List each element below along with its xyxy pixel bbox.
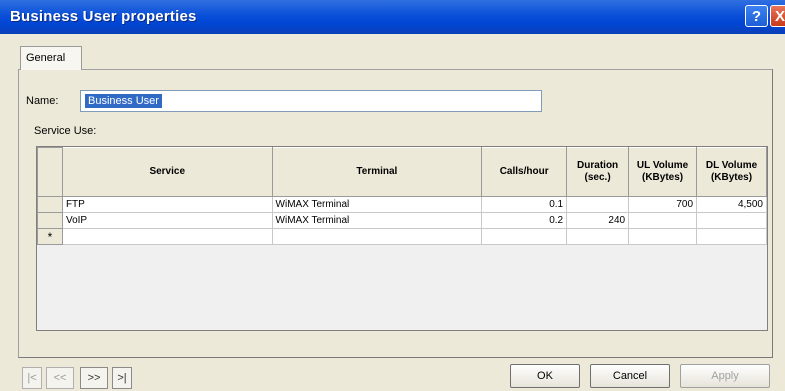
- title-bar: Business User properties ? X: [0, 0, 785, 34]
- cell-dl-volume[interactable]: [696, 228, 767, 245]
- cell-duration[interactable]: 240: [566, 212, 630, 229]
- cell-service[interactable]: FTP: [61, 196, 273, 213]
- help-button[interactable]: ?: [745, 5, 768, 27]
- cell-calls-hour[interactable]: 0.1: [481, 196, 568, 213]
- cell-terminal[interactable]: [271, 228, 483, 245]
- column-header-terminal[interactable]: Terminal: [271, 147, 483, 197]
- cell-calls-hour[interactable]: 0.2: [481, 212, 568, 229]
- service-users-table: Service Terminal Calls/hour Duration (se…: [37, 147, 767, 245]
- table-row[interactable]: FTP WiMAX Terminal 0.1 700 4,500: [37, 196, 767, 213]
- cell-calls-hour[interactable]: [481, 228, 568, 245]
- column-header-duration[interactable]: Duration (sec.): [566, 147, 630, 197]
- cell-dl-volume[interactable]: 4,500: [696, 196, 767, 213]
- cell-dl-volume[interactable]: [696, 212, 767, 229]
- service-users-label: Service Use:: [34, 125, 97, 137]
- window-title: Business User properties: [10, 8, 197, 25]
- tab-general[interactable]: General: [20, 46, 82, 70]
- name-input[interactable]: Business User: [80, 90, 542, 112]
- nav-first-button[interactable]: |<: [22, 367, 42, 389]
- name-label: Name:: [26, 95, 59, 107]
- nav-last-button[interactable]: >|: [112, 367, 132, 389]
- cell-duration[interactable]: [566, 196, 630, 213]
- cancel-button[interactable]: Cancel: [590, 364, 670, 388]
- cell-terminal[interactable]: WiMAX Terminal: [271, 212, 483, 229]
- nav-prev-button[interactable]: <<: [46, 367, 74, 389]
- table-header-row: Service Terminal Calls/hour Duration (se…: [37, 147, 767, 197]
- cell-terminal[interactable]: WiMAX Terminal: [271, 196, 483, 213]
- column-header-calls-hour[interactable]: Calls/hour: [481, 147, 568, 197]
- ok-button[interactable]: OK: [510, 364, 580, 388]
- cell-service[interactable]: VoIP: [61, 212, 273, 229]
- row-selector[interactable]: [37, 212, 63, 229]
- close-button[interactable]: X: [770, 5, 785, 27]
- apply-button[interactable]: Apply: [680, 364, 770, 388]
- tab-general-label: General: [26, 52, 66, 64]
- cell-ul-volume[interactable]: [628, 212, 698, 229]
- table-row[interactable]: VoIP WiMAX Terminal 0.2 240: [37, 212, 767, 229]
- row-selector[interactable]: [37, 196, 63, 213]
- nav-next-button[interactable]: >>: [80, 367, 108, 389]
- cell-service[interactable]: [61, 228, 273, 245]
- table-new-row[interactable]: *: [37, 228, 767, 245]
- column-header-dl-volume[interactable]: DL Volume (KBytes): [696, 147, 767, 197]
- new-row-marker[interactable]: *: [37, 228, 63, 245]
- row-header-corner: [37, 147, 63, 197]
- cell-duration[interactable]: [566, 228, 630, 245]
- cell-ul-volume[interactable]: [628, 228, 698, 245]
- cell-ul-volume[interactable]: 700: [628, 196, 698, 213]
- column-header-service[interactable]: Service: [61, 147, 273, 197]
- service-users-grid[interactable]: Service Terminal Calls/hour Duration (se…: [36, 146, 768, 331]
- column-header-ul-volume[interactable]: UL Volume (KBytes): [628, 147, 698, 197]
- name-input-value: Business User: [85, 94, 162, 108]
